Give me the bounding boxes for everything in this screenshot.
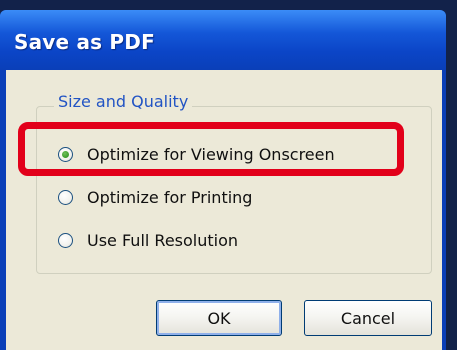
title-bar[interactable]: Save as PDF <box>0 10 446 70</box>
groupbox-title: Size and Quality <box>54 92 193 111</box>
dialog-title: Save as PDF <box>14 30 155 54</box>
cancel-button[interactable]: Cancel <box>304 300 432 336</box>
radio-label-full-resolution: Use Full Resolution <box>87 230 239 250</box>
radio-button[interactable] <box>58 232 73 248</box>
save-as-pdf-dialog: Save as PDF Size and Quality Optimize fo… <box>0 10 446 350</box>
radio-button[interactable] <box>58 189 73 205</box>
radio-option-printing[interactable]: Optimize for Printing <box>58 185 252 209</box>
desktop-background: Save as PDF Size and Quality Optimize fo… <box>0 0 457 350</box>
red-highlight-annotation <box>18 122 404 176</box>
ok-button[interactable]: OK <box>156 300 282 336</box>
radio-option-full-resolution[interactable]: Use Full Resolution <box>58 228 238 252</box>
dialog-body: Size and Quality Optimize for Viewing On… <box>6 70 442 350</box>
radio-label-printing: Optimize for Printing <box>87 187 253 207</box>
